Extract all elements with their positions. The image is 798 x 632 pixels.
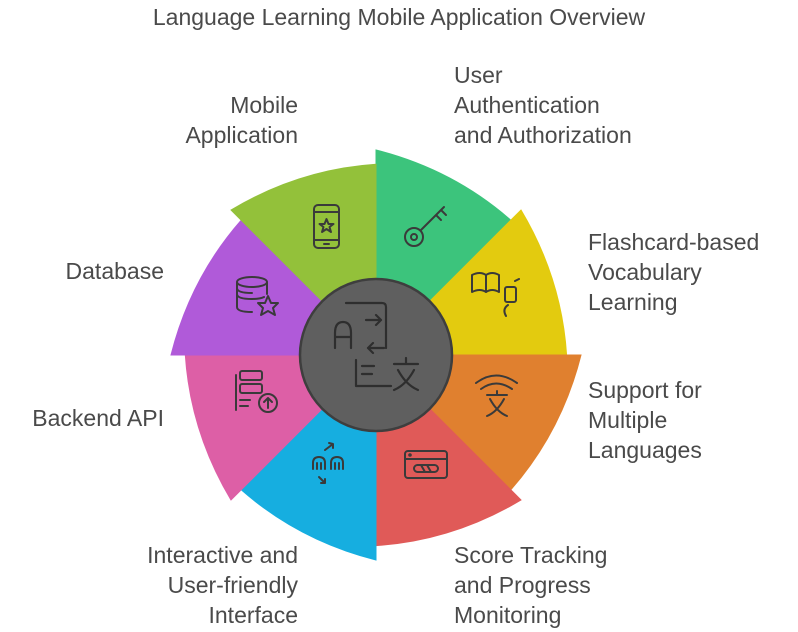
label-line: Languages — [588, 437, 702, 463]
label-line: and Progress — [454, 572, 591, 598]
label-line: Backend API — [32, 405, 164, 431]
label-interface: Interactive and User-friendly Interface — [147, 540, 298, 630]
label-backend: Backend API — [32, 403, 164, 433]
label-line: Application — [185, 122, 298, 148]
label-line: Support for — [588, 377, 702, 403]
label-line: Database — [65, 258, 164, 284]
label-mobile: Mobile Application — [185, 90, 298, 150]
label-score: Score Tracking and Progress Monitoring — [454, 540, 607, 630]
label-line: Multiple — [588, 407, 668, 433]
label-flashcards: Flashcard-based Vocabulary Learning — [588, 227, 759, 317]
center-hub — [298, 277, 454, 433]
label-line: Score Tracking — [454, 542, 608, 568]
label-line: Interactive and — [147, 542, 298, 568]
label-line: Mobile — [230, 92, 298, 118]
label-line: Vocabulary — [588, 259, 702, 285]
label-database: Database — [66, 256, 164, 286]
label-line: Monitoring — [454, 602, 562, 628]
label-line: and Authorization — [454, 122, 632, 148]
label-user-auth: User Authentication and Authorization — [454, 60, 632, 150]
label-languages: Support for Multiple Languages — [588, 375, 702, 465]
label-line: User-friendly — [167, 572, 298, 598]
label-line: Authentication — [454, 92, 600, 118]
label-line: Interface — [208, 602, 299, 628]
label-line: User — [454, 62, 503, 88]
label-line: Learning — [588, 289, 678, 315]
label-line: Flashcard-based — [588, 229, 760, 255]
